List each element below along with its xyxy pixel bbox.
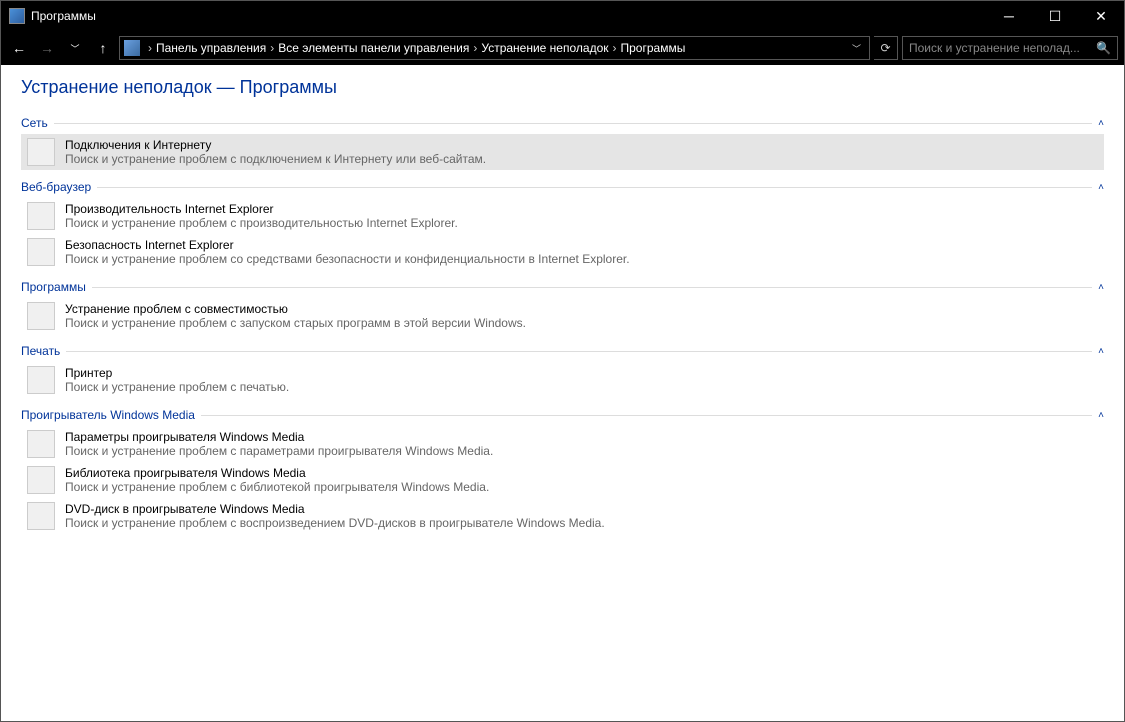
section-label: Проигрыватель Windows Media: [21, 408, 195, 422]
item-text: Подключения к Интернету Поиск и устранен…: [65, 138, 486, 166]
close-button[interactable]: ✕: [1078, 1, 1124, 31]
item-desc: Поиск и устранение проблем с производите…: [65, 216, 458, 230]
divider: [92, 287, 1092, 288]
search-input[interactable]: Поиск и устранение неполад... 🔍: [902, 36, 1118, 60]
maximize-button[interactable]: ☐: [1032, 1, 1078, 31]
content: Устранение неполадок — Программы Сеть ˄ …: [1, 65, 1124, 721]
breadcrumb-icon: [124, 40, 140, 56]
chevron-up-icon: ˄: [1098, 282, 1104, 293]
chevron-up-icon: ˄: [1098, 182, 1104, 193]
item-desc: Поиск и устранение проблем с библиотекой…: [65, 480, 489, 494]
chevron-right-icon: ›: [148, 41, 152, 55]
divider: [201, 415, 1092, 416]
forward-button[interactable]: →: [35, 36, 59, 60]
troubleshooter-internet-connections[interactable]: Подключения к Интернету Поиск и устранен…: [21, 134, 1104, 170]
section-header-network[interactable]: Сеть ˄: [21, 116, 1104, 130]
item-title: Библиотека проигрывателя Windows Media: [65, 466, 489, 480]
section-header-programs[interactable]: Программы ˄: [21, 280, 1104, 294]
chevron-up-icon: ˄: [1098, 410, 1104, 421]
item-text: DVD-диск в проигрывателе Windows Media П…: [65, 502, 605, 530]
troubleshooter-wmp-settings[interactable]: Параметры проигрывателя Windows Media По…: [21, 426, 1104, 462]
search-icon: 🔍: [1096, 41, 1111, 55]
item-desc: Поиск и устранение проблем с параметрами…: [65, 444, 493, 458]
item-title: Производительность Internet Explorer: [65, 202, 458, 216]
item-title: Безопасность Internet Explorer: [65, 238, 630, 252]
item-desc: Поиск и устранение проблем с воспроизвед…: [65, 516, 605, 530]
library-icon: [27, 466, 55, 494]
item-text: Параметры проигрывателя Windows Media По…: [65, 430, 493, 458]
section-label: Программы: [21, 280, 86, 294]
window-title: Программы: [31, 9, 986, 23]
window-icon: [27, 302, 55, 330]
network-icon: [27, 138, 55, 166]
ie-icon: [27, 202, 55, 230]
item-title: Принтер: [65, 366, 289, 380]
search-placeholder: Поиск и устранение неполад...: [909, 41, 1092, 55]
item-title: Устранение проблем с совместимостью: [65, 302, 526, 316]
chevron-up-icon: ˄: [1098, 118, 1104, 129]
chevron-down-icon[interactable]: ﹀: [848, 42, 865, 55]
section-header-browser[interactable]: Веб-браузер ˄: [21, 180, 1104, 194]
breadcrumb-item[interactable]: Панель управления: [156, 41, 266, 55]
item-desc: Поиск и устранение проблем с запуском ст…: [65, 316, 526, 330]
minimize-button[interactable]: ─: [986, 1, 1032, 31]
item-title: Параметры проигрывателя Windows Media: [65, 430, 493, 444]
section-browser: Веб-браузер ˄ Производительность Interne…: [21, 180, 1104, 270]
divider: [54, 123, 1092, 124]
item-desc: Поиск и устранение проблем со средствами…: [65, 252, 630, 266]
troubleshooter-ie-security[interactable]: Безопасность Internet Explorer Поиск и у…: [21, 234, 1104, 270]
breadcrumb-item[interactable]: Устранение неполадок: [481, 41, 608, 55]
item-text: Безопасность Internet Explorer Поиск и у…: [65, 238, 630, 266]
window-controls: ─ ☐ ✕: [986, 1, 1124, 31]
section-print: Печать ˄ Принтер Поиск и устранение проб…: [21, 344, 1104, 398]
divider: [97, 187, 1092, 188]
section-programs: Программы ˄ Устранение проблем с совмест…: [21, 280, 1104, 334]
back-button[interactable]: ←: [7, 36, 31, 60]
breadcrumb-item[interactable]: Все элементы панели управления: [278, 41, 469, 55]
item-text: Библиотека проигрывателя Windows Media П…: [65, 466, 489, 494]
printer-icon: [27, 366, 55, 394]
troubleshooter-printer[interactable]: Принтер Поиск и устранение проблем с печ…: [21, 362, 1104, 398]
window: Программы ─ ☐ ✕ ← → ﹀ ↑ › Панель управле…: [0, 0, 1125, 722]
section-label: Сеть: [21, 116, 48, 130]
chevron-up-icon: ˄: [1098, 346, 1104, 357]
section-wmp: Проигрыватель Windows Media ˄ Параметры …: [21, 408, 1104, 534]
item-text: Принтер Поиск и устранение проблем с печ…: [65, 366, 289, 394]
section-label: Веб-браузер: [21, 180, 91, 194]
shield-icon: [27, 238, 55, 266]
breadcrumb-item[interactable]: Программы: [621, 41, 686, 55]
divider: [66, 351, 1092, 352]
recent-dropdown[interactable]: ﹀: [63, 36, 87, 60]
item-text: Производительность Internet Explorer Пои…: [65, 202, 458, 230]
troubleshooter-ie-performance[interactable]: Производительность Internet Explorer Пои…: [21, 198, 1104, 234]
troubleshooter-wmp-library[interactable]: Библиотека проигрывателя Windows Media П…: [21, 462, 1104, 498]
section-header-print[interactable]: Печать ˄: [21, 344, 1104, 358]
breadcrumb[interactable]: › Панель управления › Все элементы панел…: [119, 36, 870, 60]
item-title: Подключения к Интернету: [65, 138, 486, 152]
titlebar: Программы ─ ☐ ✕: [1, 1, 1124, 31]
item-title: DVD-диск в проигрывателе Windows Media: [65, 502, 605, 516]
dvd-icon: [27, 502, 55, 530]
page-title: Устранение неполадок — Программы: [21, 77, 1104, 98]
item-text: Устранение проблем с совместимостью Поис…: [65, 302, 526, 330]
up-button[interactable]: ↑: [91, 36, 115, 60]
troubleshooter-compatibility[interactable]: Устранение проблем с совместимостью Поис…: [21, 298, 1104, 334]
chevron-right-icon: ›: [613, 41, 617, 55]
section-label: Печать: [21, 344, 60, 358]
item-desc: Поиск и устранение проблем с подключение…: [65, 152, 486, 166]
settings-icon: [27, 430, 55, 458]
chevron-right-icon: ›: [473, 41, 477, 55]
item-desc: Поиск и устранение проблем с печатью.: [65, 380, 289, 394]
navbar: ← → ﹀ ↑ › Панель управления › Все элемен…: [1, 31, 1124, 65]
troubleshooter-wmp-dvd[interactable]: DVD-диск в проигрывателе Windows Media П…: [21, 498, 1104, 534]
section-header-wmp[interactable]: Проигрыватель Windows Media ˄: [21, 408, 1104, 422]
app-icon: [9, 8, 25, 24]
refresh-button[interactable]: ⟳: [874, 36, 898, 60]
section-network: Сеть ˄ Подключения к Интернету Поиск и у…: [21, 116, 1104, 170]
chevron-right-icon: ›: [270, 41, 274, 55]
